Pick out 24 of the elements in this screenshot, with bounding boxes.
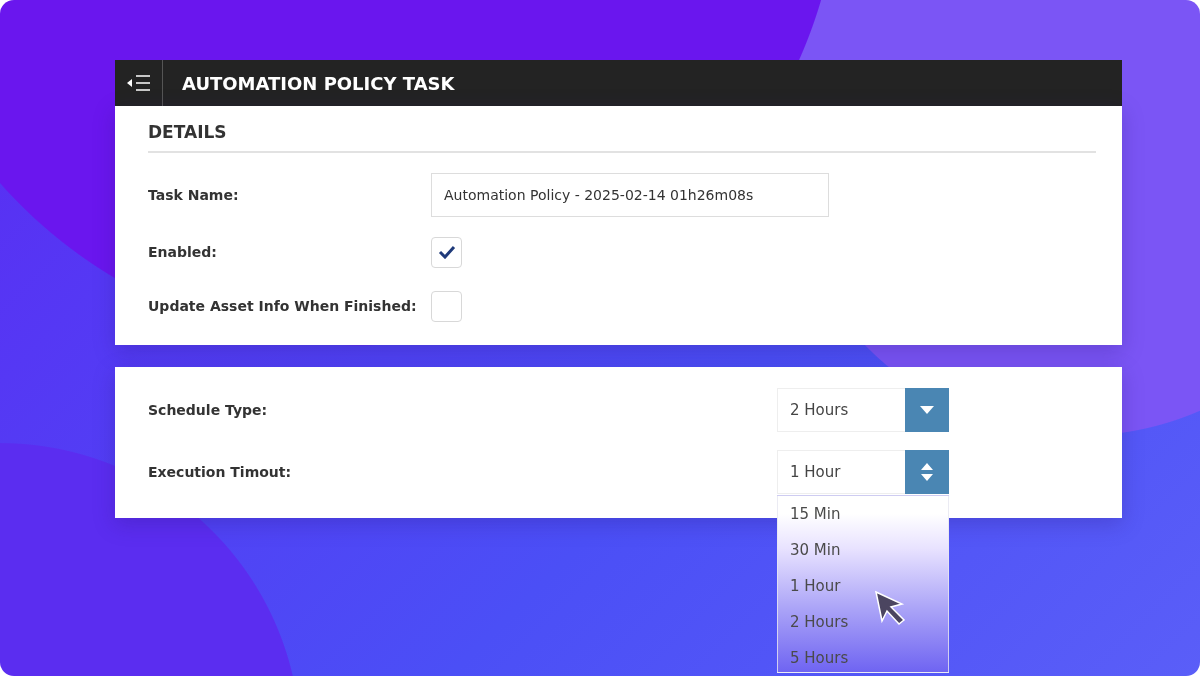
dropdown-button[interactable] <box>905 388 949 432</box>
field-label: Update Asset Info When Finished: <box>148 298 418 314</box>
dropdown-option[interactable]: 1 Hour <box>778 568 948 604</box>
mouse-pointer-icon <box>874 590 908 626</box>
dropdown-option[interactable]: 2 Hours <box>778 604 948 640</box>
dropdown-option[interactable]: 30 Min <box>778 532 948 568</box>
dropdown-button[interactable] <box>905 450 949 494</box>
checkbox[interactable] <box>431 290 462 322</box>
task-name-field[interactable]: Automation Policy - 2025-02-14 01h26m08s <box>431 173 829 217</box>
field-label: Schedule Type: <box>148 402 269 418</box>
up-down-caret-icon <box>920 462 934 482</box>
field-label: Execution Timout: <box>148 464 293 480</box>
field-label: Enabled: <box>148 244 218 260</box>
section-heading: DETAILS <box>148 122 1096 153</box>
collapse-menu-icon <box>125 74 152 92</box>
field-label: Task Name: <box>148 187 240 203</box>
caret-down-icon <box>919 405 935 415</box>
dropdown-option[interactable]: 15 Min <box>778 496 948 532</box>
dropdown-value: 1 Hour <box>789 462 842 483</box>
dropdown-field[interactable]: 2 Hours <box>777 388 949 432</box>
dropdown-value: 2 Hours <box>789 400 850 421</box>
page-title: AUTOMATION POLICY TASK <box>182 72 455 94</box>
checkbox[interactable] <box>431 236 462 268</box>
check-icon <box>437 245 456 259</box>
